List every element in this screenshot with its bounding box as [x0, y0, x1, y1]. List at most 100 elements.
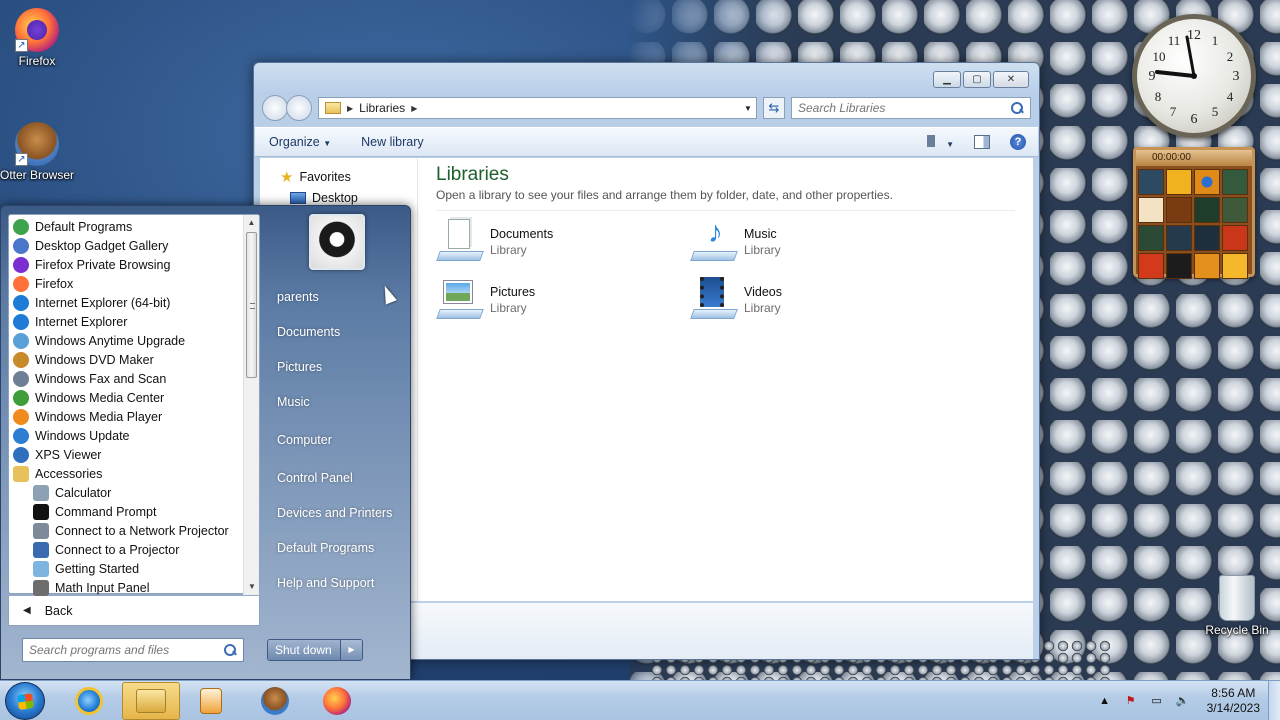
- program-item[interactable]: Math Input Panel: [9, 578, 245, 597]
- program-item[interactable]: Windows Anytime Upgrade: [9, 331, 245, 350]
- puzzle-tile[interactable]: [1194, 197, 1220, 223]
- program-item[interactable]: Windows Update: [9, 426, 245, 445]
- program-item[interactable]: Windows DVD Maker: [9, 350, 245, 369]
- library-pictures[interactable]: Pictures Library: [436, 275, 690, 325]
- back-button[interactable]: ◀ Back: [8, 596, 260, 626]
- start-search-box[interactable]: [22, 638, 244, 662]
- program-item[interactable]: Connect to a Network Projector: [9, 521, 245, 540]
- forward-button[interactable]: [286, 95, 312, 121]
- taskbar-media-player[interactable]: [182, 682, 240, 720]
- taskbar-otter-browser[interactable]: [246, 682, 304, 720]
- all-programs-list[interactable]: Default Programs Desktop Gadget Gallery Fi…: [9, 215, 245, 603]
- program-item[interactable]: Internet Explorer: [9, 312, 245, 331]
- clock-gadget[interactable]: 12 1 2 3 4 5 6 7 8 9 10 11: [1132, 14, 1256, 138]
- puzzle-tile[interactable]: [1138, 197, 1164, 223]
- start-item-help-and-support[interactable]: Help and Support: [267, 565, 407, 600]
- help-button[interactable]: ?: [1010, 134, 1026, 150]
- program-item[interactable]: Command Prompt: [9, 502, 245, 521]
- show-hidden-icons-icon[interactable]: ▲: [1097, 694, 1113, 708]
- program-item[interactable]: Getting Started: [9, 559, 245, 578]
- volume-muted-icon[interactable]: 🔈: [1175, 694, 1191, 708]
- user-avatar[interactable]: [309, 214, 365, 270]
- scroll-up-icon[interactable]: ▲: [244, 215, 259, 231]
- program-item[interactable]: XPS Viewer: [9, 445, 245, 464]
- program-item[interactable]: Calculator: [9, 483, 245, 502]
- shutdown-button[interactable]: Shut down: [268, 640, 340, 660]
- program-item[interactable]: Connect to a Projector: [9, 540, 245, 559]
- search-icon[interactable]: [223, 643, 237, 657]
- library-type: Library: [744, 243, 781, 257]
- puzzle-tile[interactable]: [1138, 169, 1164, 195]
- desktop-icon-otter-browser[interactable]: ↗ Otter Browser: [0, 122, 74, 182]
- scroll-down-icon[interactable]: ▼: [244, 579, 260, 595]
- minimize-button[interactable]: ▁: [933, 71, 961, 88]
- start-search-input[interactable]: [29, 643, 223, 657]
- puzzle-tile[interactable]: [1222, 197, 1248, 223]
- refresh-button[interactable]: ⇆: [763, 97, 785, 119]
- breadcrumb-arrow-icon[interactable]: ▶: [411, 104, 417, 113]
- taskbar-internet-explorer[interactable]: [60, 682, 118, 720]
- nav-item-favorites[interactable]: ★ Favorites: [260, 166, 417, 187]
- shutdown-options-arrow-icon[interactable]: ▶: [340, 640, 362, 660]
- show-desktop-button[interactable]: [1268, 681, 1280, 720]
- program-item[interactable]: Windows Fax and Scan: [9, 369, 245, 388]
- program-item[interactable]: Desktop Gadget Gallery: [9, 236, 245, 255]
- start-item-devices-and-printers[interactable]: Devices and Printers: [267, 495, 407, 530]
- program-item[interactable]: Firefox Private Browsing: [9, 255, 245, 274]
- puzzle-tile[interactable]: [1138, 253, 1164, 279]
- search-libraries-box[interactable]: [791, 97, 1031, 119]
- new-library-button[interactable]: New library: [361, 135, 424, 149]
- library-videos[interactable]: Videos Library: [690, 275, 944, 325]
- taskbar-clock[interactable]: 8:56 AM 3/14/2023: [1207, 686, 1260, 716]
- program-item[interactable]: Firefox: [9, 274, 245, 293]
- start-item-music[interactable]: Music: [267, 384, 407, 419]
- preview-pane-button[interactable]: [974, 135, 990, 149]
- program-item[interactable]: Default Programs: [9, 217, 245, 236]
- library-documents[interactable]: Documents Library: [436, 217, 690, 267]
- program-item[interactable]: Windows Media Player: [9, 407, 245, 426]
- desktop-icon-recycle-bin[interactable]: Recycle Bin: [1200, 575, 1274, 637]
- change-view-button[interactable]: ▼: [926, 134, 954, 150]
- start-item-computer[interactable]: Computer: [267, 422, 407, 457]
- puzzle-tile[interactable]: [1194, 253, 1220, 279]
- programs-scrollbar[interactable]: ▲ ▼: [243, 215, 259, 595]
- network-icon[interactable]: ▭: [1149, 694, 1165, 708]
- puzzle-tile[interactable]: [1166, 225, 1192, 251]
- taskbar-firefox[interactable]: [308, 682, 366, 720]
- start-item-default-programs[interactable]: Default Programs: [267, 530, 407, 565]
- picture-puzzle-gadget[interactable]: 00:00:00: [1133, 147, 1255, 279]
- start-item-pictures[interactable]: Pictures: [267, 349, 407, 384]
- program-item[interactable]: Internet Explorer (64-bit): [9, 293, 245, 312]
- library-music[interactable]: ♪ Music Library: [690, 217, 944, 267]
- puzzle-tile[interactable]: [1194, 225, 1220, 251]
- search-input[interactable]: [798, 101, 1010, 115]
- action-center-icon[interactable]: ⚑: [1123, 694, 1139, 708]
- start-button[interactable]: [5, 682, 45, 720]
- puzzle-tile[interactable]: [1194, 169, 1220, 195]
- desktop-icon-firefox[interactable]: ↗ Firefox: [0, 8, 74, 68]
- puzzle-tile[interactable]: [1138, 225, 1164, 251]
- scrollbar-thumb[interactable]: [246, 232, 257, 378]
- organize-button[interactable]: Organize ▼: [269, 135, 331, 149]
- address-bar[interactable]: ▶ Libraries ▶ ▼: [318, 97, 757, 119]
- puzzle-tile[interactable]: [1222, 253, 1248, 279]
- program-item[interactable]: Accessories: [9, 464, 245, 483]
- puzzle-tile[interactable]: [1166, 197, 1192, 223]
- program-item[interactable]: Windows Media Center: [9, 388, 245, 407]
- close-button[interactable]: ✕: [993, 71, 1029, 88]
- start-item-control-panel[interactable]: Control Panel: [267, 460, 407, 495]
- puzzle-tile[interactable]: [1166, 169, 1192, 195]
- puzzle-tile[interactable]: [1166, 253, 1192, 279]
- breadcrumb-arrow-icon[interactable]: ▶: [347, 104, 353, 113]
- start-item-documents[interactable]: Documents: [267, 314, 407, 349]
- address-dropdown-icon[interactable]: ▼: [740, 104, 756, 113]
- maximize-button[interactable]: ▢: [963, 71, 991, 88]
- taskbar-windows-explorer[interactable]: [122, 682, 180, 720]
- back-button[interactable]: [262, 95, 288, 121]
- breadcrumb-item[interactable]: Libraries: [359, 101, 405, 115]
- puzzle-grid[interactable]: [1136, 166, 1252, 282]
- search-icon[interactable]: [1010, 101, 1024, 115]
- puzzle-tile[interactable]: [1222, 169, 1248, 195]
- puzzle-tile[interactable]: [1222, 225, 1248, 251]
- start-menu[interactable]: Default Programs Desktop Gadget Gallery Fi…: [0, 205, 411, 680]
